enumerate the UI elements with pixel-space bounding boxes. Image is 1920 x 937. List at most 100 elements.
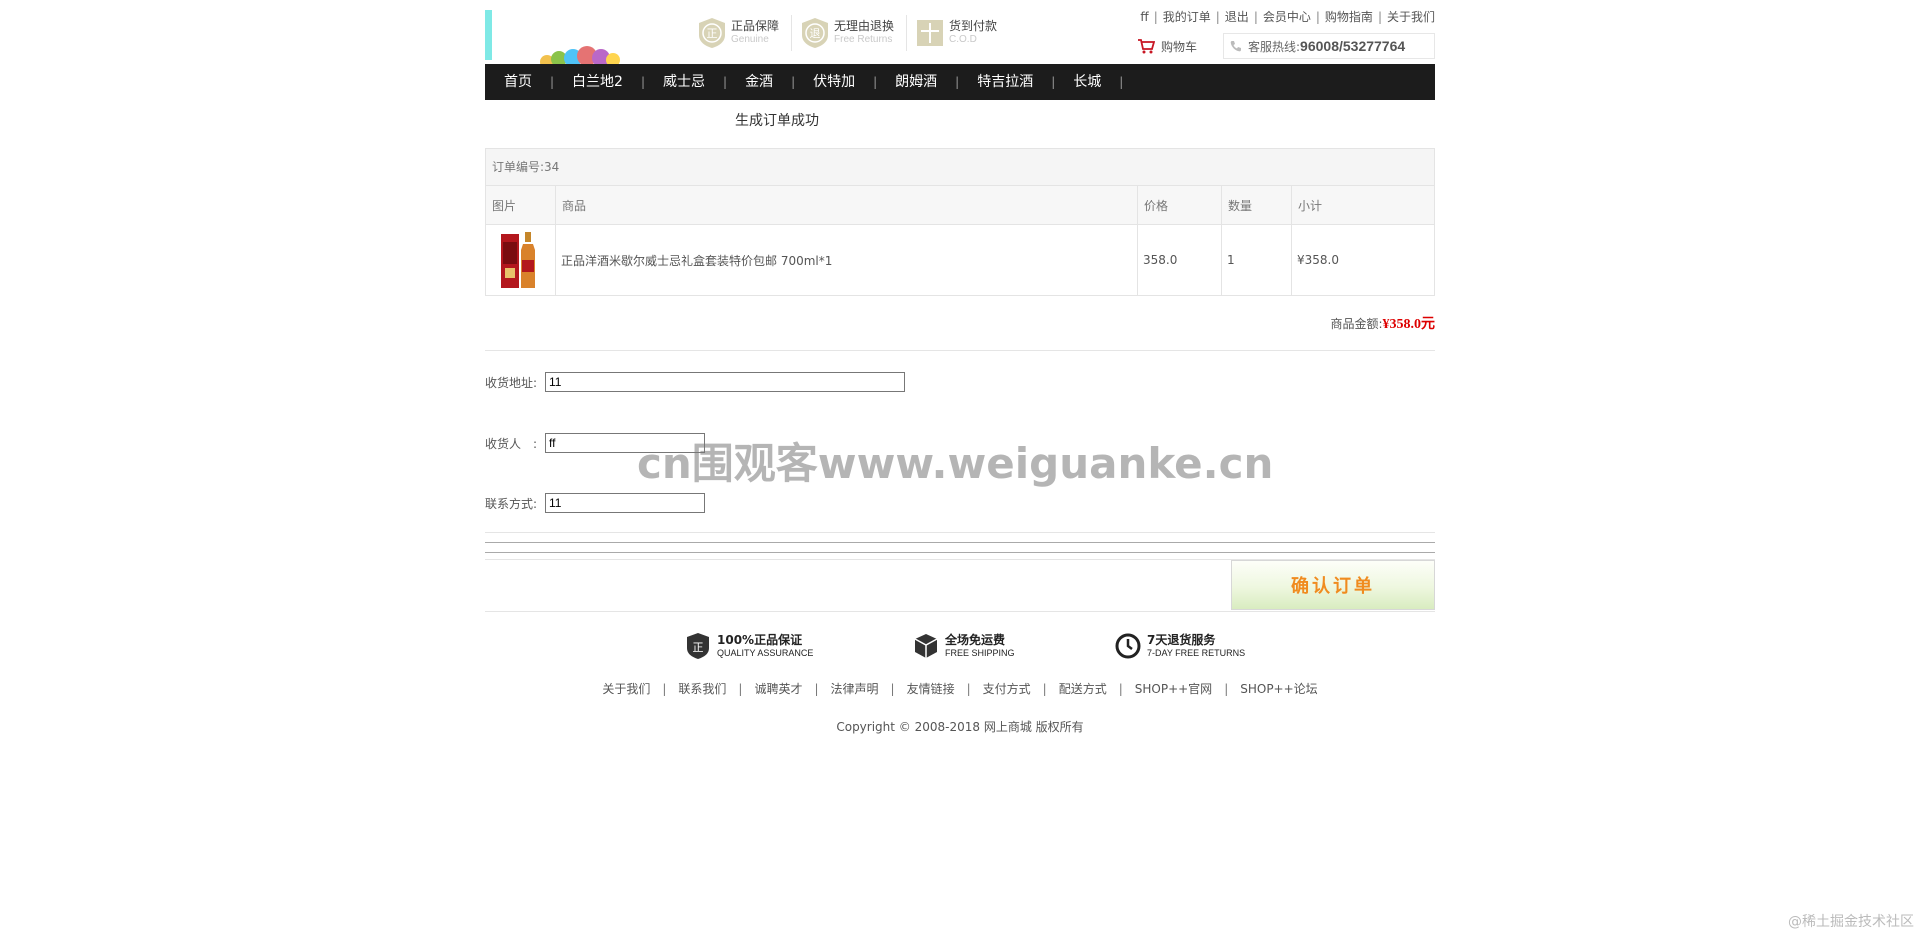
nav-item-vodka[interactable]: 伏特加 bbox=[795, 64, 873, 100]
nav-item-tequila[interactable]: 特吉拉酒 bbox=[959, 64, 1051, 100]
watermark: cn围观客www.weiguanke.cn bbox=[637, 439, 1274, 488]
nav-divider: | bbox=[1119, 75, 1124, 89]
separator: | bbox=[1224, 682, 1229, 696]
footer-link-contact[interactable]: 联系我们 bbox=[678, 682, 726, 696]
nav-item-brandy[interactable]: 白兰地2 bbox=[554, 64, 641, 100]
product-subtotal: ¥358.0 bbox=[1297, 253, 1339, 267]
footer-link-shop-site[interactable]: SHOP++官网 bbox=[1135, 682, 1212, 696]
nav-item-greatwall[interactable]: 长城 bbox=[1055, 64, 1119, 100]
svg-text:退: 退 bbox=[810, 27, 821, 40]
shopping-guide-link[interactable]: 购物指南 bbox=[1325, 10, 1373, 24]
col-qty: 数量 bbox=[1221, 186, 1292, 225]
phone-row: 联系方式: bbox=[485, 493, 705, 513]
separator: | bbox=[966, 682, 971, 696]
main-nav: 首页 | 白兰地2 | 威士忌 | 金酒 | 伏特加 | 朗姆酒 | 特吉拉酒 | 长城 | bbox=[485, 64, 1435, 100]
returns-icon: 退 bbox=[802, 18, 829, 48]
table-header-row: 图片 商品 价格 数量 小计 bbox=[486, 186, 1434, 225]
col-image: 图片 bbox=[486, 186, 556, 225]
address-row: 收货地址: bbox=[485, 372, 905, 392]
separator: | bbox=[738, 682, 743, 696]
col-product: 商品 bbox=[555, 186, 1138, 225]
clock-icon bbox=[1115, 633, 1141, 659]
service-shipping: 全场免运费 FREE SHIPPING bbox=[913, 632, 1015, 660]
cart-label: 购物车 bbox=[1160, 39, 1197, 54]
address-field[interactable] bbox=[545, 372, 905, 392]
logout-link[interactable]: 退出 bbox=[1225, 10, 1249, 24]
service-returns: 7天退货服务 7-DAY FREE RETURNS bbox=[1115, 632, 1245, 660]
phone-label: 联系方式: bbox=[485, 496, 538, 511]
svg-text:正: 正 bbox=[693, 641, 704, 654]
nav-item-gin[interactable]: 金酒 bbox=[727, 64, 791, 100]
my-orders-link[interactable]: 我的订单 bbox=[1163, 10, 1211, 24]
product-image-cell bbox=[486, 224, 556, 295]
product-price: 358.0 bbox=[1137, 224, 1222, 295]
footer-link-friends[interactable]: 友情链接 bbox=[907, 682, 955, 696]
box-icon bbox=[914, 634, 938, 658]
cart-link[interactable]: 购物车 bbox=[1137, 38, 1197, 55]
product-name[interactable]: 正品洋酒米歇尔威士忌礼盒套装特价包邮 700ml*1 bbox=[555, 224, 1138, 295]
order-items-table: 图片 商品 价格 数量 小计 正品洋酒米歇尔威士忌礼盒套装特价包邮 700ml*… bbox=[486, 186, 1434, 295]
divider bbox=[485, 542, 1435, 543]
separator: | bbox=[1315, 10, 1320, 24]
cart-hotline-row: 购物车 客服热线: 96008/53277764 bbox=[1137, 32, 1435, 60]
username-link[interactable]: ff bbox=[1140, 10, 1148, 24]
order-number: 订单编号:34 bbox=[486, 149, 1434, 186]
corner-watermark: @稀土掘金技术社区 bbox=[1788, 914, 1914, 930]
nav-item-rum[interactable]: 朗姆酒 bbox=[877, 64, 955, 100]
separator: | bbox=[1215, 10, 1220, 24]
table-row: 正品洋酒米歇尔威士忌礼盒套装特价包邮 700ml*1 358.0 1 ¥358.… bbox=[486, 224, 1434, 295]
footer-link-jobs[interactable]: 诚聘英才 bbox=[754, 682, 802, 696]
footer-services: 正 100%正品保证 QUALITY ASSURANCE 全场免运费 FREE … bbox=[485, 632, 1435, 664]
badge-subtitle: Genuine bbox=[731, 34, 769, 45]
service-subtitle: QUALITY ASSURANCE bbox=[717, 647, 814, 658]
nav-item-whisky[interactable]: 威士忌 bbox=[645, 64, 723, 100]
separator: | bbox=[814, 682, 819, 696]
badge-subtitle: Free Returns bbox=[834, 34, 893, 45]
about-us-link[interactable]: 关于我们 bbox=[1387, 10, 1435, 24]
separator: | bbox=[662, 682, 667, 696]
product-qty: 1 bbox=[1221, 224, 1292, 295]
service-quality: 正 100%正品保证 QUALITY ASSURANCE bbox=[685, 632, 813, 660]
order-total: 商品金额:¥358.0元 bbox=[1330, 313, 1435, 333]
confirm-order-button[interactable]: 确认订单 bbox=[1231, 560, 1435, 610]
member-center-link[interactable]: 会员中心 bbox=[1263, 10, 1311, 24]
badge-title: 无理由退换 bbox=[834, 19, 895, 33]
success-message: 生成订单成功 bbox=[735, 113, 819, 129]
nav-item-home[interactable]: 首页 bbox=[485, 64, 550, 100]
hotline-number: 96008/53277764 bbox=[1300, 38, 1406, 54]
quality-shield-icon: 正 bbox=[687, 633, 709, 659]
service-title: 全场免运费 bbox=[945, 632, 1006, 647]
product-image[interactable] bbox=[491, 228, 547, 292]
site-logo[interactable] bbox=[485, 10, 645, 72]
address-label: 收货地址: bbox=[485, 375, 538, 390]
hotline-box: 客服热线: 96008/53277764 bbox=[1223, 33, 1435, 59]
divider bbox=[485, 350, 1435, 351]
badge-subtitle: C.O.D bbox=[949, 34, 977, 45]
footer-link-delivery[interactable]: 配送方式 bbox=[1059, 682, 1107, 696]
divider bbox=[485, 532, 1435, 533]
copyright: Copyright © 2008-2018 网上商城 版权所有 bbox=[836, 720, 1084, 734]
phone-field[interactable] bbox=[545, 493, 705, 513]
separator: | bbox=[1253, 10, 1258, 24]
service-title: 100%正品保证 bbox=[717, 632, 803, 647]
badge-cod: 货到付款 C.O.D bbox=[915, 15, 1009, 51]
footer-link-payment[interactable]: 支付方式 bbox=[983, 682, 1031, 696]
total-amount: ¥358.0元 bbox=[1382, 317, 1436, 332]
footer-link-about[interactable]: 关于我们 bbox=[602, 682, 650, 696]
cod-icon bbox=[917, 20, 944, 46]
badge-genuine: 正 正品保障 Genuine bbox=[697, 15, 793, 51]
footer-links: 关于我们 | 联系我们 | 诚聘英才 | 法律声明 | 友情链接 | 支付方式 | 配送方式 | SHOP+… bbox=[485, 680, 1435, 697]
cart-icon bbox=[1137, 39, 1155, 54]
total-label: 商品金额: bbox=[1330, 317, 1383, 331]
phone-icon bbox=[1230, 41, 1241, 52]
logo-accent-bar bbox=[485, 10, 492, 60]
footer-link-shop-forum[interactable]: SHOP++论坛 bbox=[1240, 682, 1317, 696]
badge-returns: 退 无理由退换 Free Returns bbox=[800, 15, 908, 51]
svg-text:正: 正 bbox=[707, 27, 718, 40]
footer-link-legal[interactable]: 法律声明 bbox=[831, 682, 879, 696]
separator: | bbox=[1153, 10, 1158, 24]
separator: | bbox=[890, 682, 895, 696]
service-title: 7天退货服务 bbox=[1147, 632, 1216, 647]
service-badges: 正 正品保障 Genuine 退 无理由退换 Free Returns 货到付款… bbox=[697, 15, 1017, 51]
badge-title: 货到付款 bbox=[949, 19, 998, 33]
